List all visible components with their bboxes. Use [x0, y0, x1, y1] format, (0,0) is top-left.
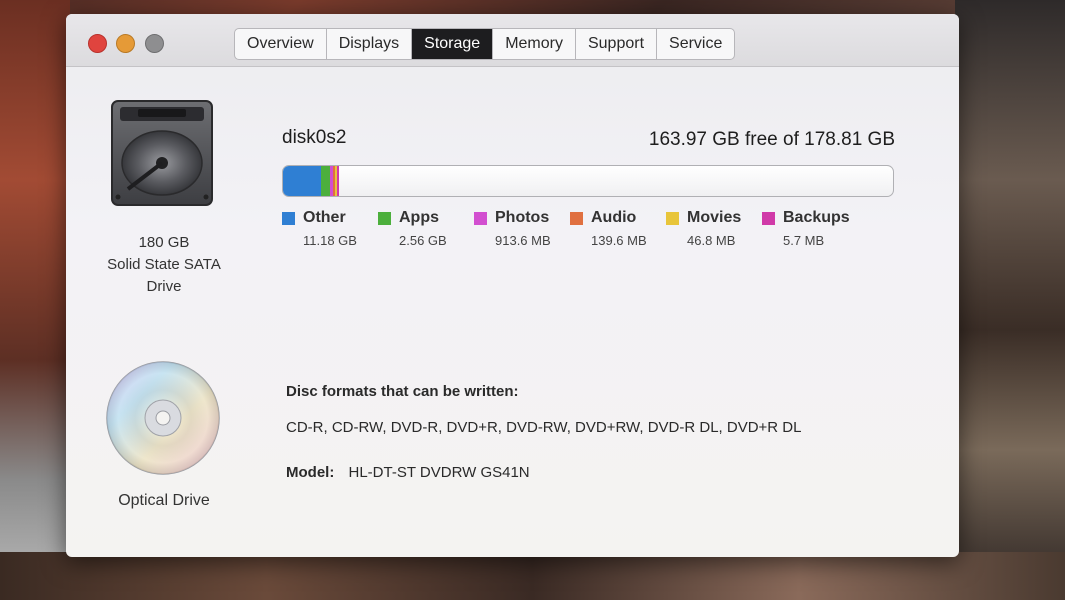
legend-head: Photos [474, 209, 570, 227]
drive-capacity-label: 180 GB [138, 234, 190, 251]
legend-size: 913.6 MB [495, 233, 551, 248]
legend-item-backups: Backups 5.7 MB [762, 209, 858, 248]
legend-size: 139.6 MB [591, 233, 647, 248]
minimize-button[interactable] [116, 34, 135, 53]
legend-item-other: Other 11.18 GB [282, 209, 378, 248]
hard-drive-icon [111, 100, 213, 206]
model-value: HL-DT-ST DVDRW GS41N [348, 464, 530, 481]
legend-swatch [474, 211, 487, 225]
legend-size: 46.8 MB [687, 233, 736, 248]
legend-item-apps: Apps 2.56 GB [378, 209, 474, 248]
legend-swatch [570, 211, 583, 225]
legend-head: Other [282, 209, 378, 227]
storage-pane: 180 GB Solid State SATA Drive Optical Dr… [66, 67, 959, 557]
tab-overview[interactable]: Overview [235, 29, 327, 59]
title-bar[interactable]: Overview Displays Storage Memory Support… [66, 14, 959, 67]
internal-drive-caption: 180 GB Solid State SATA Drive [84, 232, 244, 298]
model-label: Model: [286, 464, 335, 481]
desktop-wallpaper-right [955, 0, 1065, 600]
legend-swatch [282, 211, 295, 225]
about-this-mac-window: Overview Displays Storage Memory Support… [66, 14, 959, 557]
tab-memory[interactable]: Memory [493, 29, 576, 59]
model-row: Model: HL-DT-ST DVDRW GS41N [286, 464, 530, 481]
legend-head: Movies [666, 209, 762, 227]
optical-drive-caption: Optical Drive [118, 492, 210, 509]
drive-kind-label: Drive [146, 278, 182, 295]
drive-type-label: Solid State SATA [107, 256, 221, 273]
legend-size: 5.7 MB [783, 233, 825, 248]
legend-swatch [666, 211, 679, 225]
tab-support[interactable]: Support [576, 29, 658, 59]
close-button[interactable] [88, 34, 107, 53]
legend-label: Other [303, 209, 346, 226]
cd-icon [106, 361, 220, 475]
legend-label: Movies [687, 209, 742, 226]
disk-free-space: 163.97 GB free of 178.81 GB [648, 129, 895, 150]
legend-head: Audio [570, 209, 666, 227]
desktop-wallpaper-left [0, 0, 70, 600]
tab-service[interactable]: Service [657, 29, 734, 59]
legend-size: 11.18 GB [303, 233, 357, 248]
zoom-button[interactable] [145, 34, 164, 53]
legend-item-movies: Movies 46.8 MB [666, 209, 762, 248]
legend-label: Backups [783, 209, 850, 226]
disk-name: disk0s2 [282, 127, 347, 148]
legend-label: Photos [495, 209, 550, 226]
storage-segment-backups [337, 166, 340, 196]
legend-label: Apps [399, 209, 439, 226]
desktop-wallpaper-bottom [0, 552, 1065, 600]
legend-swatch [762, 211, 775, 225]
storage-segment-apps [321, 166, 330, 196]
tab-bar: Overview Displays Storage Memory Support… [234, 28, 736, 60]
legend-item-photos: Photos 913.6 MB [474, 209, 570, 248]
disc-formats-title: Disc formats that can be written: [286, 383, 519, 400]
storage-legend: Other 11.18 GB Apps 2.56 GB Photos 913.6 MB Au… [282, 209, 882, 248]
legend-item-audio: Audio 139.6 MB [570, 209, 666, 248]
legend-swatch [378, 211, 391, 225]
storage-segment-other [283, 166, 322, 196]
tab-displays[interactable]: Displays [327, 29, 413, 59]
tab-storage[interactable]: Storage [412, 29, 494, 59]
disc-formats-list: CD-R, CD-RW, DVD-R, DVD+R, DVD-RW, DVD+R… [286, 419, 802, 436]
legend-head: Backups [762, 209, 858, 227]
legend-label: Audio [591, 209, 637, 226]
legend-size: 2.56 GB [399, 233, 447, 248]
legend-head: Apps [378, 209, 474, 227]
storage-usage-bar [282, 165, 894, 197]
